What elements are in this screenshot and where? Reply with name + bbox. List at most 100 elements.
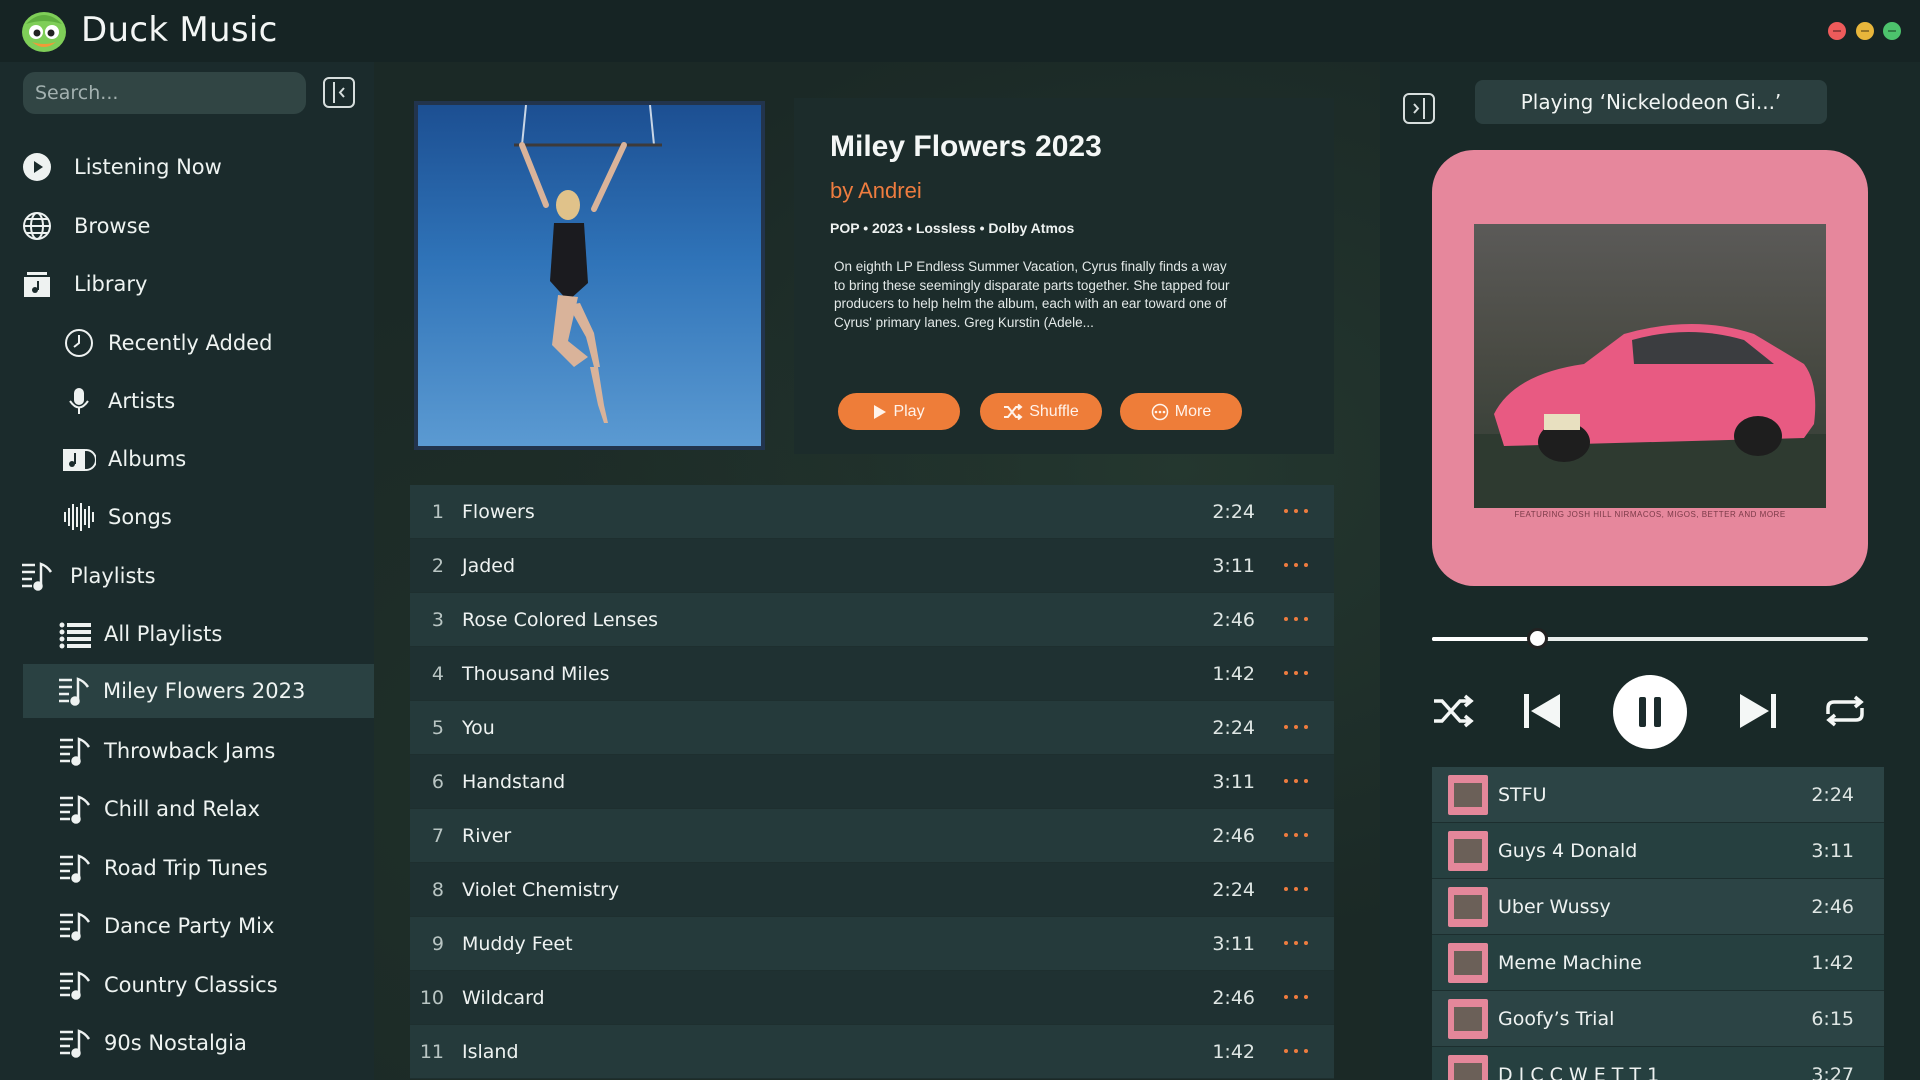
track-number: 2: [431, 554, 444, 577]
track-row[interactable]: 5 You 2:24: [410, 701, 1334, 755]
queue-thumbnail: [1448, 830, 1488, 871]
track-duration: 2:46: [1212, 986, 1255, 1009]
sidebar-item-label: Miley Flowers 2023: [103, 679, 306, 703]
track-title: Flowers: [462, 500, 535, 523]
track-number: 9: [431, 932, 444, 955]
track-list: 1 Flowers 2:24 2 Jaded 3:11 3 Rose Color…: [410, 485, 1334, 1079]
sidebar-item-recently-added[interactable]: Recently Added: [64, 316, 272, 370]
sidebar-item-label: All Playlists: [104, 622, 223, 646]
track-row[interactable]: 1 Flowers 2:24: [410, 485, 1334, 539]
sidebar-item-throwback-jams[interactable]: Throwback Jams: [60, 724, 275, 778]
track-more-icon[interactable]: [1284, 508, 1308, 515]
track-more-icon[interactable]: [1284, 832, 1308, 839]
queue-item[interactable]: STFU 2:24: [1432, 767, 1884, 823]
track-row[interactable]: 6 Handstand 3:11: [410, 755, 1334, 809]
cover-caption: FEATURING JOSH HILL NIRMACOS, MIGOS, BET…: [1514, 510, 1786, 519]
title-bar: Duck Music: [0, 0, 1920, 62]
track-number: 4: [431, 662, 444, 685]
track-more-icon[interactable]: [1284, 994, 1308, 1001]
queue-item[interactable]: Goofy’s Trial 6:15: [1432, 991, 1884, 1047]
sidebar-item-label: Library: [74, 272, 148, 296]
progress-knob[interactable]: [1526, 628, 1548, 649]
queue-title: Meme Machine: [1498, 951, 1642, 974]
track-duration: 2:46: [1212, 608, 1255, 631]
more-circle-icon: [1151, 403, 1169, 420]
sidebar-item-label: 90s Nostalgia: [104, 1031, 247, 1055]
cover-photo: [1474, 224, 1826, 508]
queue-item[interactable]: D I C C W E T T 1 3:27: [1432, 1047, 1884, 1080]
sidebar-item-albums[interactable]: Albums: [63, 432, 186, 486]
sidebar-item-90s-nostalgia[interactable]: 90s Nostalgia: [60, 1016, 247, 1070]
track-row[interactable]: 9 Muddy Feet 3:11: [410, 917, 1334, 971]
maximize-window-button[interactable]: [1883, 22, 1901, 40]
more-button[interactable]: More: [1120, 393, 1242, 430]
album-cover-image: [414, 101, 765, 450]
more-button-label: More: [1174, 402, 1212, 420]
collapse-sidebar-button[interactable]: [323, 77, 355, 108]
sidebar-item-library[interactable]: Library: [22, 257, 147, 311]
album-meta: POP • 2023 • Lossless • Dolby Atmos: [830, 220, 1075, 236]
now-playing-label: Playing ‘Nickelodeon Gi...’: [1475, 80, 1827, 124]
pause-button[interactable]: [1613, 675, 1687, 749]
play-button-label: Play: [893, 402, 925, 420]
sidebar-item-road-trip-tunes[interactable]: Road Trip Tunes: [60, 841, 268, 895]
track-row[interactable]: 10 Wildcard 2:46: [410, 971, 1334, 1025]
queue-item[interactable]: Meme Machine 1:42: [1432, 935, 1884, 991]
sidebar-item-songs[interactable]: Songs: [64, 490, 172, 544]
play-button[interactable]: Play: [838, 393, 960, 430]
sidebar-item-label: Listening Now: [74, 155, 222, 179]
sidebar-item-country-classics[interactable]: Country Classics: [60, 958, 278, 1012]
previous-track-icon[interactable]: [1522, 692, 1562, 730]
sidebar-item-miley-flowers-2023[interactable]: Miley Flowers 2023: [23, 664, 374, 718]
track-number: 6: [431, 770, 444, 793]
track-row[interactable]: 7 River 2:46: [410, 809, 1334, 863]
album-icon: [63, 444, 96, 474]
shuffle-button[interactable]: Shuffle: [980, 393, 1102, 430]
album-artist-link[interactable]: by Andrei: [830, 178, 922, 204]
queue-item[interactable]: Guys 4 Donald 3:11: [1432, 823, 1884, 879]
track-more-icon[interactable]: [1284, 616, 1308, 623]
pause-icon: [1639, 697, 1661, 727]
track-more-icon[interactable]: [1284, 1048, 1308, 1055]
track-row[interactable]: 4 Thousand Miles 1:42: [410, 647, 1334, 701]
sidebar-item-artists[interactable]: Artists: [64, 374, 175, 428]
playback-progress-slider[interactable]: [1432, 628, 1868, 649]
queue-duration: 3:27: [1811, 1063, 1854, 1080]
sidebar-item-listening-now[interactable]: Listening Now: [22, 140, 222, 194]
sidebar-item-browse[interactable]: Browse: [22, 199, 150, 253]
playlist-icon: [60, 1028, 91, 1058]
sidebar-item-playlists[interactable]: Playlists: [22, 549, 156, 603]
sidebar-item-label: Throwback Jams: [104, 739, 276, 763]
track-more-icon[interactable]: [1284, 670, 1308, 677]
up-next-queue: STFU 2:24 Guys 4 Donald 3:11 Uber Wussy …: [1432, 767, 1884, 1080]
track-row[interactable]: 2 Jaded 3:11: [410, 539, 1334, 593]
track-more-icon[interactable]: [1284, 724, 1308, 731]
sidebar-item-dance-party-mix[interactable]: Dance Party Mix: [60, 899, 274, 953]
expand-panel-button[interactable]: [1403, 93, 1435, 124]
playlist-icon: [59, 676, 90, 706]
track-more-icon[interactable]: [1284, 886, 1308, 893]
track-more-icon[interactable]: [1284, 778, 1308, 785]
track-row[interactable]: 11 Island 1:42: [410, 1025, 1334, 1079]
next-track-icon[interactable]: [1738, 692, 1778, 730]
minimize-window-button[interactable]: [1856, 22, 1874, 40]
music-library-icon: [22, 269, 52, 299]
repeat-icon[interactable]: [1822, 694, 1868, 728]
track-more-icon[interactable]: [1284, 940, 1308, 947]
queue-title: STFU: [1498, 783, 1547, 806]
track-row[interactable]: 8 Violet Chemistry 2:24: [410, 863, 1334, 917]
sidebar-item-chill-and-relax[interactable]: Chill and Relax: [60, 782, 260, 836]
track-duration: 3:11: [1212, 770, 1255, 793]
sidebar-item-all-playlists[interactable]: All Playlists: [59, 607, 223, 661]
album-title: Miley Flowers 2023: [830, 130, 1102, 163]
progress-fill: [1432, 637, 1537, 641]
shuffle-icon[interactable]: [1432, 694, 1474, 728]
now-playing-panel: Playing ‘Nickelodeon Gi...’ FEATURING JO…: [1380, 62, 1920, 1080]
track-title: River: [462, 824, 512, 847]
list-icon: [59, 619, 91, 649]
queue-item[interactable]: Uber Wussy 2:46: [1432, 879, 1884, 935]
close-window-button[interactable]: [1828, 22, 1846, 40]
track-row[interactable]: 3 Rose Colored Lenses 2:46: [410, 593, 1334, 647]
search-input[interactable]: [23, 72, 306, 114]
track-more-icon[interactable]: [1284, 562, 1308, 569]
